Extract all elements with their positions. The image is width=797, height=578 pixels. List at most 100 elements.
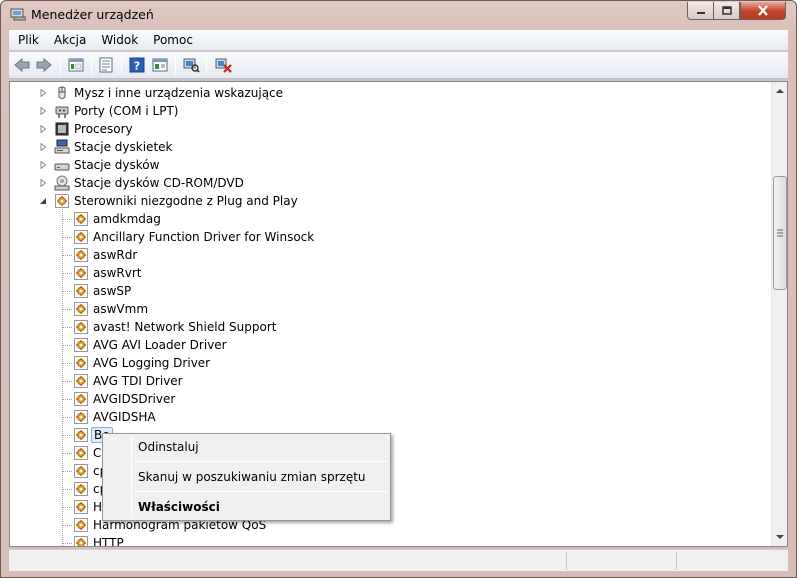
tree-connector-line [63,381,72,382]
menu-widok[interactable]: Widok [95,30,144,51]
tree-category-label: Procesory [74,122,133,136]
tree-connector-line [63,471,72,472]
driver-icon [73,283,89,299]
minimize-button[interactable] [687,2,714,20]
tree-category-label: Mysz i inne urządzenia wskazujące [74,86,284,100]
tree-driver-label: HTTP [93,536,124,547]
tree-driver-label: AVG AVI Loader Driver [93,338,227,352]
tree-category-label: Porty (COM i LPT) [74,104,179,118]
tree-driver-item[interactable]: AVGIDSHA [73,408,156,426]
menu-pomoc[interactable]: Pomoc [147,30,199,51]
close-button[interactable] [740,2,786,20]
menu-plik[interactable]: Plik [12,30,45,51]
help-icon: ? [129,57,145,73]
tree-driver-item[interactable]: AVGIDSDriver [73,390,175,408]
tree-category-item[interactable]: Procesory [54,120,133,138]
tree-category-item[interactable]: Mysz i inne urządzenia wskazujące [54,84,283,102]
tree-driver-label: aswRdr [93,248,138,262]
tree-connector-line [63,327,72,328]
vertical-scrollbar[interactable] [771,82,787,546]
context-menu-uninstall[interactable]: Odinstaluj [138,440,199,454]
driver-icon [73,445,89,461]
scroll-up-arrow[interactable] [775,86,785,96]
uninstall-button[interactable] [214,56,234,74]
close-icon [758,5,768,16]
tree-driver-item[interactable]: AVG AVI Loader Driver [73,336,227,354]
tree-driver-item[interactable]: Ancillary Function Driver for Winsock [73,228,314,246]
svg-text:?: ? [134,60,140,73]
tree-driver-label: aswVmm [93,302,149,316]
tree-category-item[interactable]: Stacje dysków [54,156,159,174]
tree-connector-line [63,345,72,346]
expanded-arrow-icon[interactable] [38,196,47,205]
driver-icon [73,337,89,353]
title-bar[interactable]: Menedżer urządzeń [1,1,796,29]
tree-connector-line [63,489,72,490]
driver-icon [73,535,89,546]
tree-driver-item[interactable]: aswRvrt [73,264,142,282]
driver-icon [73,247,89,263]
chevron-up-icon [776,89,784,93]
properties-button[interactable] [96,56,116,74]
floppy-icon [54,139,70,155]
help-button[interactable]: ? [127,56,147,74]
tree-category-item[interactable]: Stacje dysków CD-ROM/DVD [54,174,244,192]
grip-icon [777,229,783,237]
forward-button[interactable] [34,56,54,74]
context-menu-separator [134,491,388,492]
port-icon [54,103,70,119]
tree-category-item[interactable]: Sterowniki niezgodne z Plug and Play [54,192,298,210]
tree-driver-item[interactable]: avast! Network Shield Support [73,318,276,336]
scan-hardware-button[interactable] [181,56,201,74]
collapsed-arrow-icon[interactable] [38,178,47,187]
context-menu-scan-hardware[interactable]: Skanuj w poszukiwaniu zmian sprzętu [138,470,366,484]
tree-connector-line [63,525,72,526]
tree-category-item[interactable]: Stacje dyskietek [54,138,172,156]
collapsed-arrow-icon[interactable] [38,88,47,97]
cdrom-icon [54,175,70,191]
tree-driver-item[interactable]: aswSP [73,282,131,300]
view-button[interactable] [150,56,170,74]
collapsed-arrow-icon[interactable] [38,124,47,133]
tree-driver-item[interactable]: amdkmdag [73,210,161,228]
maximize-button[interactable] [713,2,740,20]
scan-hardware-icon [183,58,200,73]
tree-driver-item[interactable]: aswVmm [73,300,148,318]
collapsed-arrow-icon[interactable] [38,106,47,115]
tree-category-item[interactable]: Porty (COM i LPT) [54,102,178,120]
back-button[interactable] [12,56,32,74]
toolbar-separator [121,57,122,74]
status-pane-main [9,552,567,570]
back-icon [14,57,30,73]
window-title: Menedżer urządzeń [31,7,154,22]
context-menu-properties[interactable]: Właściwości [138,500,220,514]
tree-connector-line [63,417,72,418]
toolbar-separator [60,57,61,74]
maximize-icon [721,5,732,15]
status-bar [9,549,788,571]
collapsed-arrow-icon[interactable] [38,142,47,151]
device-manager-app-icon [10,7,27,21]
menu-akcja[interactable]: Akcja [48,30,92,51]
tree-connector-line [63,543,72,544]
tree-driver-label: avast! Network Shield Support [93,320,277,334]
driver-icon [73,265,89,281]
tree-driver-item[interactable]: HTTP [73,534,124,547]
driver-icon [73,355,89,371]
toolbar: ? [9,52,788,79]
tree-category-label: Stacje dysków [74,158,160,172]
toolbar-separator [175,57,176,74]
collapsed-arrow-icon[interactable] [38,160,47,169]
mouse-icon [54,85,70,101]
tree-connector-line [63,363,72,364]
tree-driver-label: aswRvrt [93,266,142,280]
tree-driver-item[interactable]: AVG TDI Driver [73,372,183,390]
minimize-icon [696,11,705,14]
scroll-down-arrow[interactable] [775,532,785,542]
tree-driver-item[interactable]: AVG Logging Driver [73,354,210,372]
show-hide-console-tree-button[interactable] [66,56,86,74]
tree-driver-item[interactable]: aswRdr [73,246,137,264]
tree-connector-line [63,399,72,400]
scrollbar-thumb[interactable] [773,176,787,290]
tree-connector-line [63,309,72,310]
